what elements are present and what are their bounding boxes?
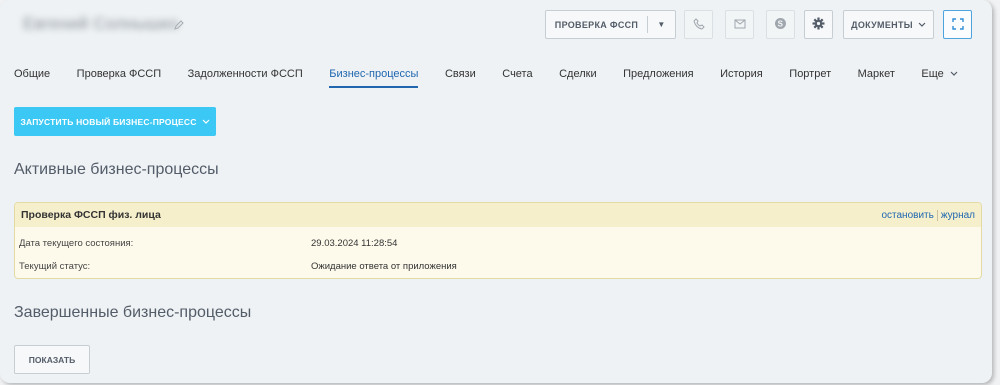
- skype-icon: S: [774, 17, 787, 32]
- active-processes-heading: Активные бизнес-процессы: [14, 161, 219, 178]
- tab-history[interactable]: История: [720, 66, 763, 88]
- date-value: 29.03.2024 11:28:54: [311, 238, 398, 249]
- tab-fssp-check[interactable]: Проверка ФССП: [77, 66, 161, 88]
- tab-more[interactable]: Еще: [921, 66, 958, 88]
- tab-general[interactable]: Общие: [14, 66, 50, 88]
- stop-process-link[interactable]: остановить: [881, 210, 933, 221]
- process-panel: Проверка ФССП физ. лица остановить журна…: [14, 202, 982, 279]
- chevron-down-icon: [918, 20, 926, 30]
- expand-icon: [951, 17, 964, 32]
- process-log-link[interactable]: журнал: [941, 210, 975, 221]
- call-button[interactable]: [684, 10, 713, 39]
- fullscreen-button[interactable]: [943, 10, 972, 39]
- tab-bar: Общие Проверка ФССП Задолженности ФССП Б…: [14, 66, 984, 88]
- documents-button[interactable]: ДОКУМЕНТЫ: [843, 10, 934, 39]
- edit-title-icon[interactable]: [174, 20, 184, 33]
- gear-icon: [812, 17, 825, 32]
- process-panel-header: Проверка ФССП физ. лица остановить журна…: [15, 203, 981, 227]
- phone-icon: [692, 17, 705, 32]
- tab-invoices[interactable]: Счета: [502, 66, 532, 88]
- tab-fssp-debts[interactable]: Задолженности ФССП: [188, 66, 303, 88]
- tab-relations[interactable]: Связи: [445, 66, 476, 88]
- svg-text:S: S: [778, 20, 784, 29]
- page-title[interactable]: Евгений Солнышко: [23, 14, 179, 34]
- skype-button[interactable]: S: [766, 10, 795, 39]
- fssp-check-button-label: ПРОВЕРКА ФССП: [554, 19, 639, 30]
- email-button[interactable]: [725, 10, 754, 39]
- start-business-process-button[interactable]: ЗАПУСТИТЬ НОВЫЙ БИЗНЕС-ПРОЦЕСС: [14, 107, 216, 136]
- tab-offers[interactable]: Предложения: [623, 66, 694, 88]
- start-business-process-label: ЗАПУСТИТЬ НОВЫЙ БИЗНЕС-ПРОЦЕСС: [20, 116, 197, 127]
- show-completed-label: ПОКАЗАТЬ: [28, 354, 76, 365]
- tab-portrait[interactable]: Портрет: [789, 66, 831, 88]
- date-label: Дата текущего состояния:: [19, 238, 134, 249]
- fssp-check-button[interactable]: ПРОВЕРКА ФССП ▼: [545, 10, 676, 39]
- status-value: Ожидание ответа от приложения: [311, 261, 457, 272]
- documents-button-label: ДОКУМЕНТЫ: [851, 19, 913, 30]
- envelope-icon: [734, 19, 746, 31]
- crm-card-frame: Евгений Солнышко ПРОВЕРКА ФССП ▼ S ДОКУМ…: [0, 0, 992, 383]
- tab-deals[interactable]: Сделки: [559, 66, 597, 88]
- chevron-down-icon: [202, 117, 210, 127]
- card-header: Евгений Солнышко ПРОВЕРКА ФССП ▼ S ДОКУМ…: [0, 0, 992, 55]
- chevron-down-icon: [950, 68, 958, 80]
- process-actions: остановить журнал: [881, 209, 975, 221]
- status-label: Текущий статус:: [19, 261, 91, 272]
- show-completed-button[interactable]: ПОКАЗАТЬ: [14, 345, 90, 374]
- tab-business-processes[interactable]: Бизнес-процессы: [329, 66, 419, 88]
- completed-processes-heading: Завершенные бизнес-процессы: [14, 304, 252, 321]
- caret-down-icon[interactable]: ▼: [648, 20, 675, 29]
- divider: [936, 209, 938, 221]
- tab-more-label: Еще: [921, 68, 944, 80]
- settings-button[interactable]: [804, 10, 833, 39]
- tab-market[interactable]: Маркет: [858, 66, 895, 88]
- process-title: Проверка ФССП физ. лица: [21, 209, 161, 221]
